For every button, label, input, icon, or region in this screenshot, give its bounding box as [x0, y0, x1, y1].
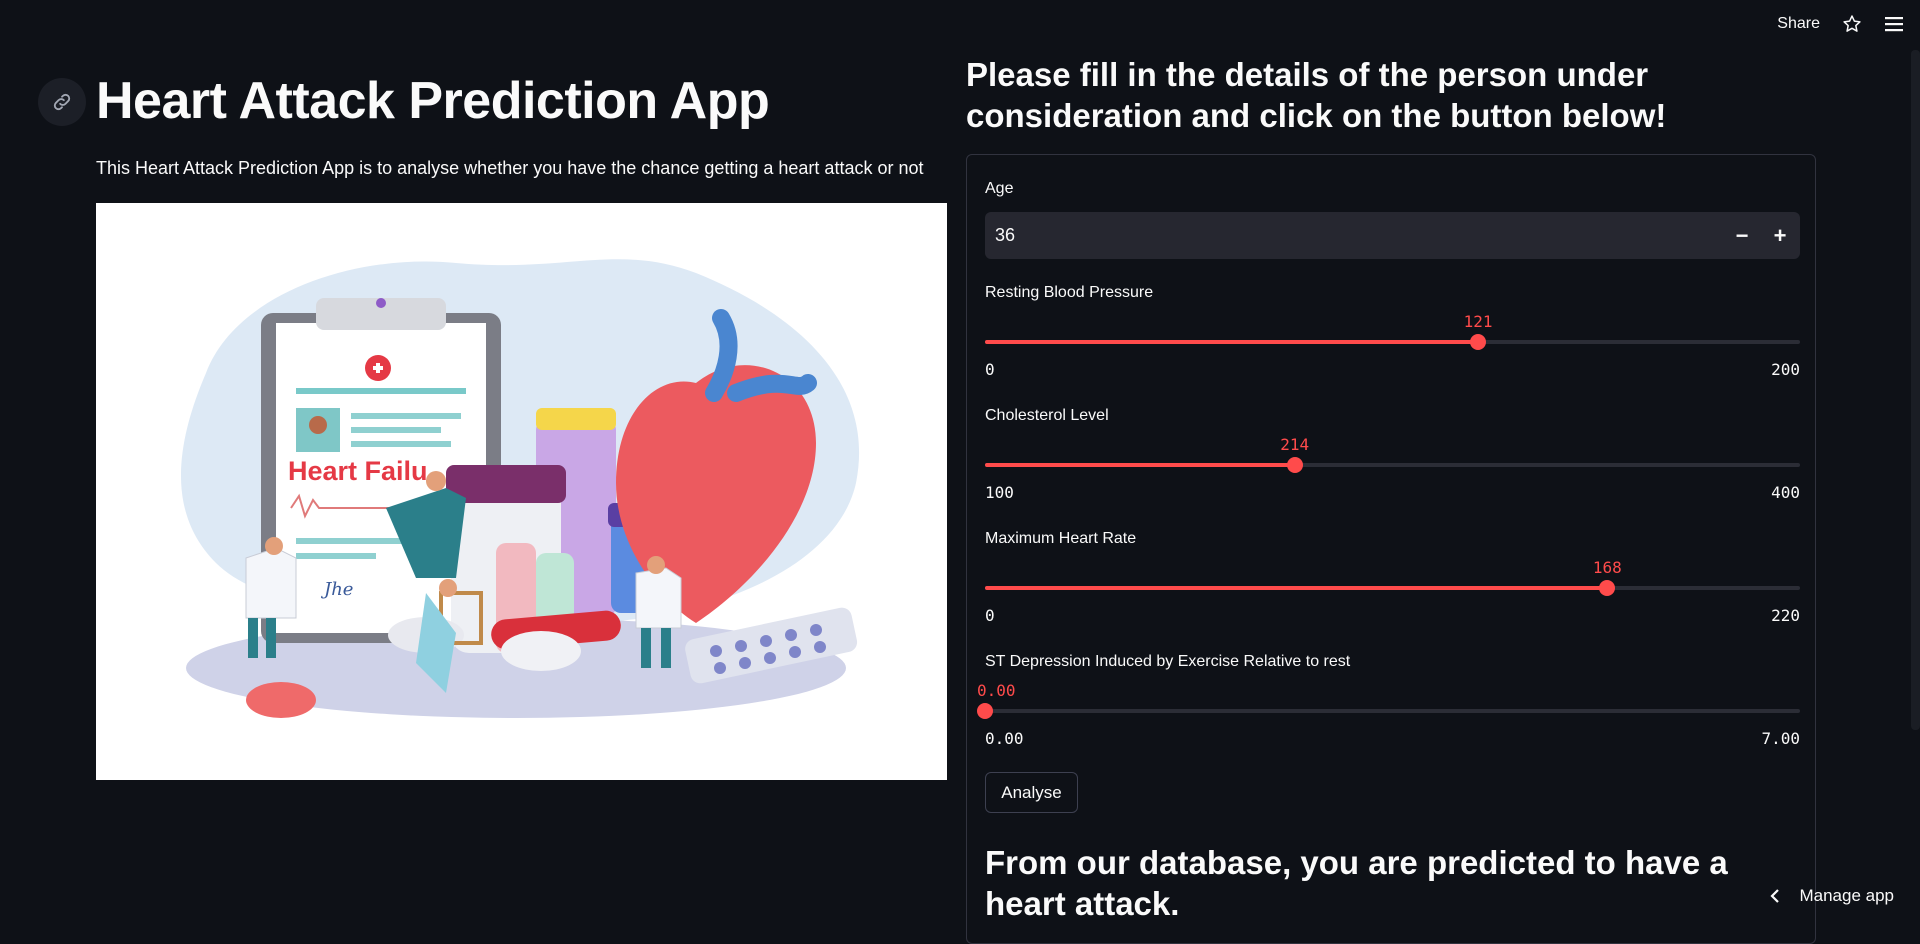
- manage-app-button[interactable]: Manage app: [1769, 886, 1894, 906]
- slider-current-value: 121: [1463, 312, 1493, 331]
- slider-current-value: 168: [1592, 558, 1622, 577]
- slider-min-label: 100: [985, 483, 1014, 502]
- chevron-left-icon: [1770, 889, 1780, 903]
- slider-fill: [985, 586, 1608, 590]
- slider-max-label: 200: [1771, 360, 1800, 379]
- manage-app-label: Manage app: [1799, 886, 1894, 905]
- slider-thumb[interactable]: [977, 703, 993, 719]
- slider-fill: [985, 463, 1295, 467]
- blood-pressure-slider[interactable]: 121: [985, 312, 1800, 350]
- slider-thumb[interactable]: [1286, 457, 1303, 473]
- page-title: Heart Attack Prediction App: [96, 72, 770, 130]
- slider-label-max-heart-rate: Maximum Heart Rate: [985, 530, 1137, 547]
- star-icon[interactable]: [1842, 14, 1862, 34]
- cholesterol-slider[interactable]: 214: [985, 435, 1800, 473]
- slider-min-label: 0.00: [985, 729, 1024, 748]
- intro-text: This Heart Attack Prediction App is to a…: [96, 158, 924, 178]
- slider-label-st-depression: ST Depression Induced by Exercise Relati…: [985, 653, 1351, 670]
- age-value[interactable]: 36: [995, 225, 1015, 246]
- slider-thumb[interactable]: [1470, 334, 1487, 350]
- header-toolbar: Share: [1777, 14, 1904, 34]
- slider-min-label: 0: [985, 606, 995, 625]
- slider-max-label: 400: [1771, 483, 1800, 502]
- slider-max-label: 220: [1771, 606, 1800, 625]
- scrollbar[interactable]: [1911, 50, 1920, 730]
- hero-illustration: Heart Failu Jhe: [96, 203, 947, 780]
- signature: Jhe: [320, 579, 353, 600]
- slider-current-value: 214: [1280, 435, 1310, 454]
- analyse-button[interactable]: Analyse: [985, 772, 1078, 813]
- hero-caption: Heart Failu: [288, 456, 428, 486]
- age-number-input[interactable]: 36 − +: [985, 212, 1800, 259]
- slider-current-value: 0.00: [977, 681, 1016, 700]
- share-button[interactable]: Share: [1777, 15, 1820, 33]
- slider-min-label: 0: [985, 360, 995, 379]
- link-icon[interactable]: [38, 78, 86, 126]
- age-label: Age: [985, 180, 1014, 197]
- max-heart-rate-slider[interactable]: 168: [985, 558, 1800, 596]
- slider-max-label: 7.00: [1761, 729, 1800, 748]
- decrement-button[interactable]: −: [1723, 212, 1761, 259]
- slider-label-blood-pressure: Resting Blood Pressure: [985, 284, 1154, 301]
- slider-label-cholesterol: Cholesterol Level: [985, 407, 1109, 424]
- increment-button[interactable]: +: [1761, 212, 1799, 259]
- prediction-result: From our database, you are predicted to …: [985, 844, 1728, 922]
- hamburger-menu-icon[interactable]: [1884, 14, 1904, 34]
- slider-fill: [985, 340, 1479, 344]
- prediction-form: [966, 154, 1816, 944]
- form-heading: Please fill in the details of the person…: [966, 56, 1667, 134]
- st-depression-slider[interactable]: 0.00: [977, 681, 1800, 719]
